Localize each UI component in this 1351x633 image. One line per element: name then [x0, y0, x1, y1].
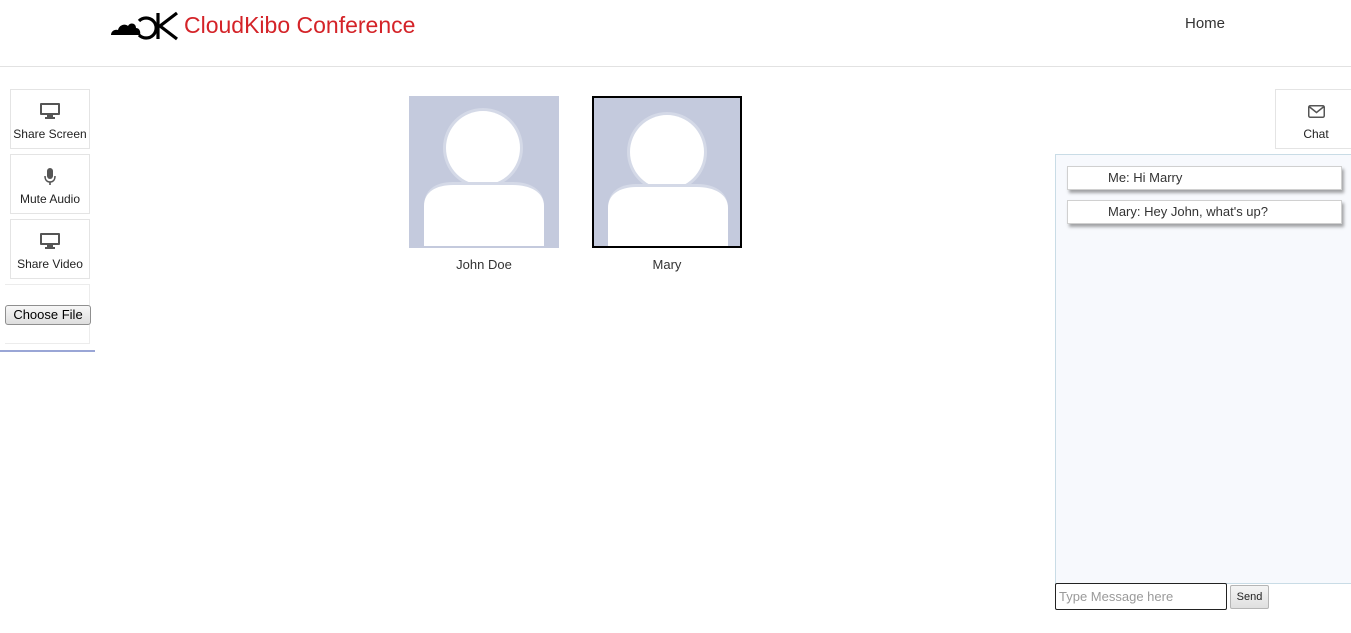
file-upload-box: Choose File — [5, 284, 91, 344]
nav-home-link[interactable]: Home — [1185, 15, 1225, 33]
user-placeholder-icon — [424, 108, 544, 246]
sidebar-divider — [0, 350, 95, 352]
microphone-icon — [44, 168, 56, 185]
chat-message: Me: Hi Marry — [1067, 166, 1342, 190]
brand-name: CloudKibo Conference — [184, 12, 416, 38]
navbar: CloudKibo Conference Home — [0, 0, 1351, 67]
avatar-active — [592, 96, 742, 248]
chat-panel: Me: Hi Marry Mary: Hey John, what's up? — [1055, 154, 1351, 584]
send-button[interactable]: Send — [1230, 585, 1269, 609]
mute-audio-button[interactable]: Mute Audio — [10, 154, 90, 214]
avatar — [409, 96, 559, 248]
monitor-icon — [40, 233, 60, 249]
brand[interactable]: CloudKibo Conference — [109, 9, 415, 41]
choose-file-button[interactable]: Choose File — [5, 305, 91, 325]
chat-toggle-button[interactable]: Chat — [1275, 89, 1351, 149]
cloudkibo-logo-icon — [111, 11, 178, 41]
chat-toggle-label: Chat — [1303, 127, 1329, 141]
share-screen-label: Share Screen — [13, 127, 87, 141]
share-screen-button[interactable]: Share Screen — [10, 89, 90, 149]
mute-audio-label: Mute Audio — [19, 192, 81, 206]
envelope-icon — [1308, 105, 1325, 118]
participant-name: Mary — [652, 257, 682, 272]
user-placeholder-icon — [608, 112, 728, 246]
participant-mary[interactable]: Mary — [592, 96, 742, 273]
monitor-icon — [40, 103, 60, 119]
share-video-button[interactable]: Share Video — [10, 219, 90, 279]
chat-message-input[interactable] — [1055, 583, 1227, 610]
share-video-label: Share Video — [17, 257, 83, 271]
chat-message: Mary: Hey John, what's up? — [1067, 200, 1342, 224]
participant-name: John Doe — [456, 257, 512, 272]
participant-john-doe[interactable]: John Doe — [409, 96, 559, 273]
